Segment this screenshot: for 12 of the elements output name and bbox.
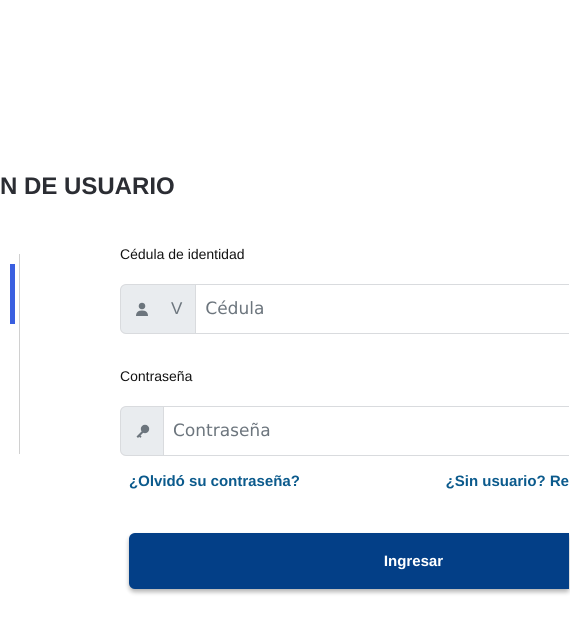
- password-field[interactable]: Contraseña: [164, 406, 569, 456]
- tab-indicator[interactable]: [10, 264, 15, 324]
- login-button[interactable]: Ingresar: [129, 533, 569, 589]
- link[interactable]: ¿Sin usuario? Re: [446, 473, 569, 490]
- page-title: N DE USUARIO: [0, 172, 176, 202]
- link[interactable]: ¿Olvidó su contraseña?: [129, 473, 300, 490]
- id-field[interactable]: Cédula: [196, 284, 569, 334]
- nationality-prefix[interactable]: V: [171, 299, 182, 319]
- key-icon: [135, 424, 150, 438]
- field-label: Contraseña: [120, 368, 192, 386]
- user-icon: [135, 302, 149, 316]
- field-label: Cédula de identidad: [120, 246, 245, 264]
